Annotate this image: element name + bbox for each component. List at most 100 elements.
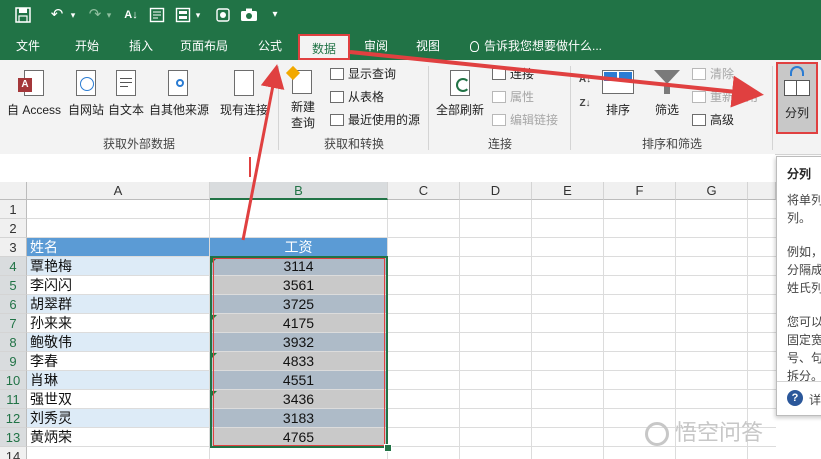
grid-line [603,200,604,459]
row-header[interactable]: 1 [0,200,27,219]
grid-line [531,200,532,459]
row-header[interactable]: 3 [0,238,27,257]
lightbulb-icon [470,41,479,52]
tell-me-box[interactable]: 告诉我您想要做什么... [470,32,602,60]
redo-dropdown-icon: ▾ [106,10,112,20]
name-cell[interactable]: 黄炳荣 [27,428,210,447]
row-header[interactable]: 2 [0,219,27,238]
paint-icon[interactable] [212,4,234,26]
reapply-button: 重新应用 [692,87,758,107]
column-header-g[interactable]: G [676,182,748,200]
existing-connections-icon [234,70,254,96]
print-preview-icon[interactable] [147,4,167,26]
row-header[interactable]: 11 [0,390,27,409]
tab-view[interactable]: 视图 [416,32,440,60]
refresh-icon [456,78,470,92]
tab-file[interactable]: 文件 [16,32,40,60]
column-header-c[interactable]: C [388,182,460,200]
name-cell[interactable]: 孙来来 [27,314,210,333]
column-header-f[interactable]: F [604,182,676,200]
tab-data[interactable]: 数据 [298,34,350,60]
name-cell[interactable]: 胡翠群 [27,295,210,314]
name-cell[interactable]: 李闪闪 [27,276,210,295]
sort-asc-icon: A↓ [578,74,592,85]
row-header[interactable]: 10 [0,371,27,390]
refresh-all-button[interactable]: 全部刷新 [432,64,488,130]
fill-handle[interactable] [384,444,392,452]
split-divider-icon [796,81,797,95]
form-dropdown-icon[interactable]: ▾ [193,4,203,26]
annotation-line [249,157,251,177]
name-cell[interactable]: 李春 [27,352,210,371]
properties-label: 属性 [510,90,535,104]
tab-home[interactable]: 开始 [75,32,99,60]
cell-a3[interactable]: 姓名 [27,238,210,257]
undo-icon[interactable]: ↶ [46,4,68,26]
tab-review[interactable]: 审阅 [364,32,388,60]
camera-icon[interactable] [238,4,260,26]
name-cell[interactable]: 肖琳 [27,371,210,390]
row-header[interactable]: 9 [0,352,27,371]
form-icon[interactable] [173,4,193,26]
sort-cell-icon [619,72,632,81]
clear-icon [692,68,706,80]
from-access-button[interactable]: A 自 Access [2,64,66,130]
connections-button[interactable]: 连接 [492,64,534,84]
cell-b3[interactable]: 工资 [210,238,388,257]
name-cell[interactable]: 强世双 [27,390,210,409]
row-header[interactable]: 14 [0,447,27,459]
ribbon: A 自 Access 自网站 自文本 自其他来源 现有连接 获取外部数据 新建 … [0,60,821,155]
from-web-button[interactable]: 自网站 [66,64,106,130]
row-header[interactable]: 4 [0,257,27,276]
advanced-filter-button[interactable]: 高级 [692,110,734,130]
reapply-label: 重新应用 [710,90,759,104]
row-header[interactable]: 12 [0,409,27,428]
show-queries-button[interactable]: 显示查询 [330,64,396,84]
existing-connections-button[interactable]: 现有连接 [218,64,270,130]
excel-window: ↶ ▾ ↷ ▾ A↓ ▾ ▾ 文件 开始 插入 页面布局 公式 数据 审阅 视图… [0,0,821,459]
column-header-h[interactable] [748,182,776,200]
sort-button[interactable]: 排序 [598,64,638,130]
name-cell[interactable]: 鲍敬伟 [27,333,210,352]
select-all-corner[interactable] [0,182,27,200]
existing-connections-label: 现有连接 [219,103,268,117]
title-bar: ↶ ▾ ↷ ▾ A↓ ▾ ▾ [0,0,821,32]
clear-label: 清除 [710,67,735,81]
sort-az-icon[interactable]: A↓ [120,4,142,26]
filter-label: 筛选 [654,103,679,117]
column-header-b[interactable]: B [210,182,388,200]
from-table-button[interactable]: 从表格 [330,87,384,107]
row-header[interactable]: 8 [0,333,27,352]
sort-az-button[interactable]: A↓ Z↓ [574,68,596,118]
row-header[interactable]: 13 [0,428,27,447]
filter-button[interactable]: 筛选 [646,64,688,130]
row-header[interactable]: 6 [0,295,27,314]
undo-dropdown-icon[interactable]: ▾ [68,4,78,26]
column-header-e[interactable]: E [532,182,604,200]
save-icon[interactable] [12,4,34,26]
text-file-icon [116,70,136,96]
row-header[interactable]: 5 [0,276,27,295]
customize-toolbar-icon[interactable]: ▾ [268,4,282,26]
group-get-external-data: 获取外部数据 [102,137,175,151]
from-text-button[interactable]: 自文本 [106,64,146,130]
name-cell[interactable]: 刘秀灵 [27,409,210,428]
tooltip-line: 例如， [787,245,821,259]
row-header[interactable]: 7 [0,314,27,333]
table-icon [330,91,344,103]
recent-sources-button[interactable]: 最近使用的源 [330,110,420,130]
column-header-d[interactable]: D [460,182,532,200]
tab-formulas[interactable]: 公式 [258,32,282,60]
name-cell[interactable]: 覃艳梅 [27,257,210,276]
tooltip-more-link[interactable]: 详 [809,391,821,408]
new-query-button[interactable]: 新建 查询 [282,64,324,134]
tooltip-line: 姓氏列 [787,281,821,295]
column-header-a[interactable]: A [27,182,210,200]
formula-bar[interactable] [0,154,775,183]
from-other-sources-button[interactable]: 自其他来源 [146,64,212,130]
tab-page-layout[interactable]: 页面布局 [180,32,228,60]
globe-icon [80,77,94,91]
text-to-columns-button[interactable]: 分列 [776,62,818,134]
help-icon[interactable]: ? [787,390,803,406]
tab-insert[interactable]: 插入 [129,32,153,60]
